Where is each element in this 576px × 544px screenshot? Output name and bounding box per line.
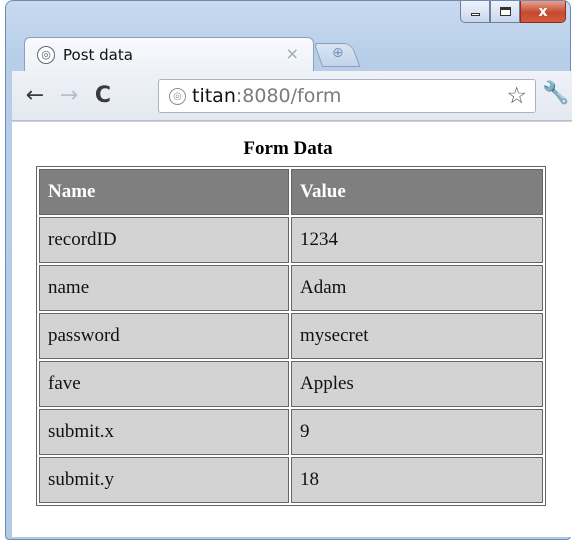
url-text: titan:8080/form: [192, 85, 341, 107]
column-header-name: Name: [39, 169, 289, 215]
close-icon: x: [538, 3, 548, 20]
cell-value: Adam: [291, 265, 543, 311]
column-header-value: Value: [291, 169, 543, 215]
page-title: Form Data: [243, 138, 333, 159]
page-content: Form Data Name Value recordID 1234 name …: [12, 121, 572, 537]
cell-value: 9: [291, 409, 543, 455]
cell-name: submit.y: [39, 457, 289, 503]
table-row: recordID 1234: [39, 217, 543, 263]
reload-button[interactable]: C: [86, 83, 120, 108]
cell-name: name: [39, 265, 289, 311]
cell-value: 1234: [291, 217, 543, 263]
globe-icon: ◎: [37, 45, 55, 64]
table-row: fave Apples: [39, 361, 543, 407]
table-row: submit.y 18: [39, 457, 543, 503]
cell-value: 18: [291, 457, 543, 503]
cell-value: Apples: [291, 361, 543, 407]
minimize-button[interactable]: [460, 1, 490, 23]
maximize-button[interactable]: [490, 1, 520, 23]
back-button[interactable]: ←: [18, 83, 52, 108]
cell-name: fave: [39, 361, 289, 407]
browser-window: x ◎ Post data × ⊕ ← → C ◎ titan:8080/for…: [5, 0, 572, 540]
url-host: titan: [192, 85, 236, 107]
url-path: :8080/form: [235, 85, 342, 107]
page-globe-icon: ◎: [169, 87, 186, 105]
browser-toolbar: ← → C ◎ titan:8080/form ☆ 🔧: [12, 71, 572, 121]
tab-close-icon[interactable]: ×: [286, 44, 299, 63]
forward-button[interactable]: →: [52, 83, 86, 108]
address-bar[interactable]: ◎ titan:8080/form ☆: [158, 79, 536, 113]
cell-name: recordID: [39, 217, 289, 263]
table-header-row: Name Value: [39, 169, 543, 215]
table-row: name Adam: [39, 265, 543, 311]
table-row: password mysecret: [39, 313, 543, 359]
cell-value: mysecret: [291, 313, 543, 359]
tab-post-data[interactable]: ◎ Post data ×: [24, 37, 314, 71]
cell-name: submit.x: [39, 409, 289, 455]
wrench-menu-icon[interactable]: 🔧: [542, 81, 569, 106]
form-data-table: Name Value recordID 1234 name Adam passw…: [36, 166, 546, 506]
bookmark-star-icon[interactable]: ☆: [506, 83, 527, 109]
minimize-icon: [470, 13, 480, 16]
maximize-icon: [499, 7, 511, 16]
cell-name: password: [39, 313, 289, 359]
window-controls: x: [460, 1, 566, 27]
new-tab-plus-icon: ⊕: [332, 45, 344, 61]
tab-title: Post data: [63, 45, 133, 64]
table-row: submit.x 9: [39, 409, 543, 455]
close-window-button[interactable]: x: [520, 1, 566, 23]
